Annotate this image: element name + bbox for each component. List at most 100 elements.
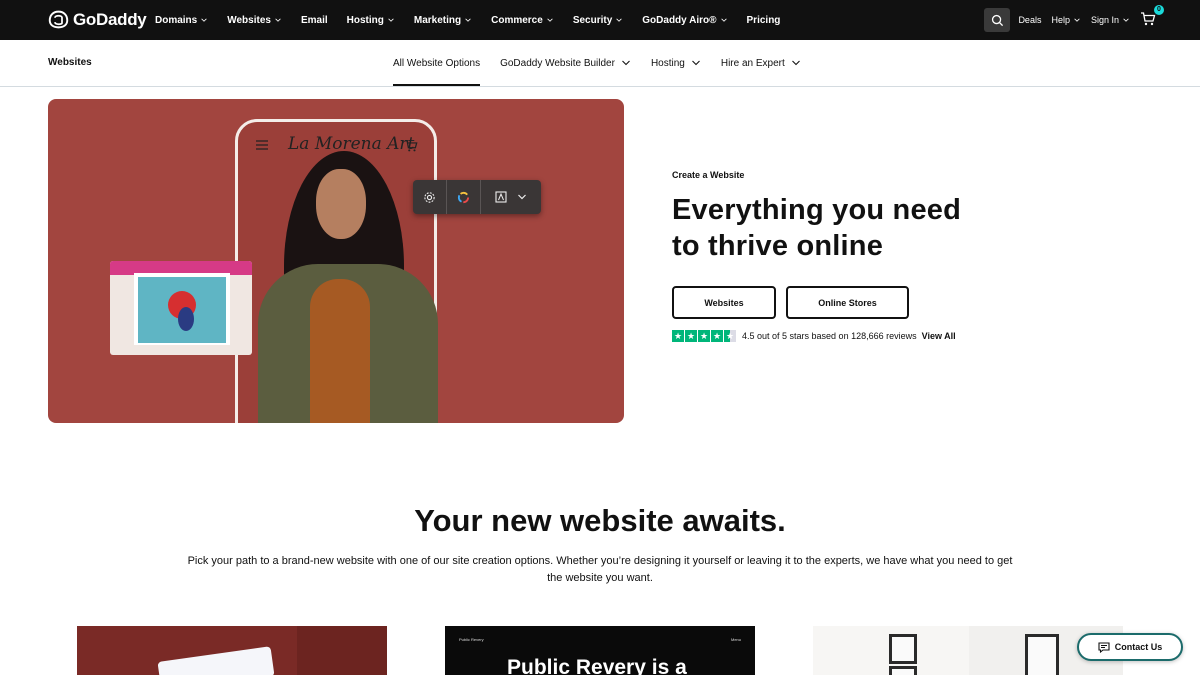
picture-frame [1025, 634, 1059, 675]
tab-label: Hosting [650, 57, 685, 69]
tab-hire-an-expert[interactable]: Hire an Expert [721, 40, 801, 86]
nav-item-security[interactable]: Security [573, 15, 623, 26]
star-icon: ★ [711, 330, 723, 342]
artwork-vase [178, 307, 194, 331]
star-icon: ★ [698, 330, 710, 342]
card-background-block [297, 626, 387, 675]
section-title: Your new website awaits. [414, 503, 786, 538]
nav-item-airo[interactable]: GoDaddy Airo® [642, 15, 727, 26]
nav-label: Commerce [491, 14, 543, 26]
search-button[interactable] [984, 8, 1011, 32]
picture-frame [889, 634, 917, 664]
contact-us-label: Contact Us [1114, 642, 1163, 652]
nav-item-domains[interactable]: Domains [155, 15, 208, 26]
chevron-down-icon [275, 18, 281, 22]
section-description: Pick your path to a brand-new website wi… [187, 555, 1013, 584]
card-menu-label: Menu [730, 637, 741, 642]
tab-hosting[interactable]: Hosting [651, 40, 701, 86]
subnav-links: All Website Options GoDaddy Website Buil… [393, 40, 821, 86]
subnav-title[interactable]: Websites [48, 57, 92, 68]
nav-label: GoDaddy Airo® [642, 14, 717, 26]
option-card-2[interactable]: Public Revery Menu Public Revery is a [445, 626, 755, 675]
trustpilot-rating: ★ ★ ★ ★ ★ 4.5 out of 5 stars based on 12… [672, 330, 1152, 342]
nav-label: Hosting [346, 14, 384, 26]
hero-buttons: Websites Online Stores [672, 286, 1152, 319]
picture-frame [889, 666, 917, 675]
person-shirt [310, 279, 370, 423]
color-wheel-icon [457, 191, 470, 203]
chevron-down-icon [622, 60, 630, 66]
nav-label: Websites [227, 14, 271, 26]
chevron-down-icon [1074, 18, 1080, 22]
artwork-painting [138, 277, 226, 343]
nav-item-email[interactable]: Email [301, 15, 328, 26]
sign-in-label: Sign In [1090, 15, 1119, 25]
hero-image: La Morena Art [48, 99, 624, 423]
help-menu[interactable]: Help [1051, 15, 1081, 25]
nav-item-marketing[interactable]: Marketing [414, 15, 472, 26]
toolbar-settings-button[interactable] [413, 180, 447, 214]
tab-label: All Website Options [393, 57, 481, 69]
chevron-down-icon [518, 194, 526, 200]
card-site-name: Public Revery [459, 637, 484, 642]
online-stores-button[interactable]: Online Stores [786, 286, 909, 319]
tab-website-builder[interactable]: GoDaddy Website Builder [500, 40, 631, 86]
cart-button[interactable]: 0 [1140, 5, 1164, 29]
toolbar-font-dropdown[interactable] [481, 180, 541, 214]
nav-label: Email [300, 14, 328, 26]
star-icon: ★ [685, 330, 697, 342]
cart-icon [1141, 12, 1156, 26]
chat-icon [1098, 641, 1110, 653]
person-face [316, 169, 366, 239]
chevron-down-icon [791, 60, 800, 66]
nav-label: Security [572, 14, 613, 26]
nav-item-hosting[interactable]: Hosting [347, 15, 395, 26]
gear-icon [424, 191, 435, 203]
nav-label: Marketing [413, 14, 462, 26]
sub-navigation: Websites All Website Options GoDaddy Web… [0, 40, 1200, 87]
websites-button[interactable]: Websites [672, 286, 776, 319]
deals-link[interactable]: Deals [1018, 15, 1041, 25]
help-label: Help [1051, 15, 1070, 25]
nav-label: Domains [155, 14, 198, 26]
chevron-down-icon [388, 18, 394, 22]
chevron-down-icon [547, 18, 553, 22]
star-icon: ★ [672, 330, 684, 342]
text-style-icon [495, 191, 507, 203]
sign-in-menu[interactable]: Sign In [1091, 15, 1130, 25]
nav-label: Pricing [746, 14, 781, 26]
nav-item-websites[interactable]: Websites [227, 15, 282, 26]
chevron-down-icon [201, 18, 207, 22]
editor-toolbar [413, 180, 541, 214]
chevron-down-icon [720, 18, 727, 22]
nav-item-commerce[interactable]: Commerce [491, 15, 554, 26]
top-navigation: GoDaddy Domains Websites Email Hosting M… [0, 0, 1200, 40]
chevron-down-icon [1123, 18, 1129, 22]
godaddy-logo-icon [48, 10, 69, 29]
nav-item-pricing[interactable]: Pricing [747, 15, 781, 26]
half-star-icon: ★ [724, 330, 736, 342]
view-all-reviews-link[interactable]: View All [922, 331, 956, 341]
card-headline: Public Revery is a [507, 656, 687, 675]
contact-us-button[interactable]: Contact Us [1077, 633, 1183, 661]
artwork-frame [134, 273, 230, 345]
cart-count-badge: 0 [1154, 5, 1164, 15]
tab-label: Hire an Expert [720, 57, 785, 69]
hero-copy: Create a Website Everything you need to … [672, 170, 1152, 342]
nav-utilities: Deals Help Sign In 0 [984, 0, 1164, 40]
chevron-down-icon [465, 18, 471, 22]
artwork-card [110, 261, 252, 355]
logo-text: GoDaddy [73, 9, 147, 29]
godaddy-logo[interactable]: GoDaddy [48, 9, 147, 30]
chevron-down-icon [616, 18, 622, 22]
hamburger-menu-icon [256, 140, 268, 150]
tab-label: GoDaddy Website Builder [500, 57, 615, 69]
tab-all-website-options[interactable]: All Website Options [393, 40, 481, 86]
hero-eyebrow: Create a Website [672, 170, 745, 180]
hero-title: Everything you need to thrive online [672, 194, 962, 262]
option-card-1[interactable] [77, 626, 387, 675]
rating-stars: ★ ★ ★ ★ ★ [672, 330, 736, 342]
main-nav: Domains Websites Email Hosting Marketing… [155, 0, 799, 40]
search-icon [991, 14, 1004, 26]
toolbar-color-button[interactable] [447, 180, 481, 214]
